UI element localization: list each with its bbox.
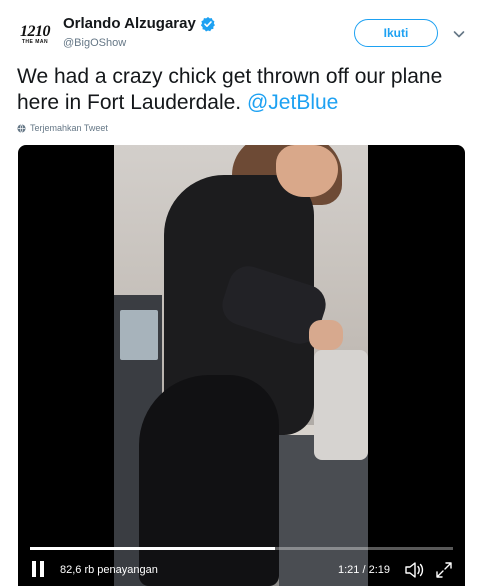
video-person-hand <box>309 320 343 350</box>
avatar-logo-subtext: THE MAN <box>21 39 49 45</box>
pause-icon[interactable] <box>30 561 46 579</box>
translate-label: Terjemahkan Tweet <box>30 123 108 133</box>
video-bag <box>314 350 368 460</box>
volume-icon[interactable] <box>404 560 424 580</box>
globe-icon <box>17 123 26 133</box>
avatar[interactable]: 1210 THE MAN <box>16 16 54 54</box>
video-controls: 82,6 rb penayangan 1:21 / 2:19 <box>18 555 465 586</box>
name-row[interactable]: Orlando Alzugaray <box>63 15 216 32</box>
video-frame[interactable] <box>114 145 368 586</box>
tweet-text: We had a crazy chick get thrown off our … <box>17 64 477 116</box>
avatar-logo-text: 1210 <box>20 23 51 40</box>
tweet-header: 1210 THE MAN Orlando Alzugaray @BigOShow… <box>0 0 491 60</box>
video-person-face <box>276 145 338 197</box>
follow-button[interactable]: Ikuti <box>354 19 438 47</box>
video-time: 1:21 / 2:19 <box>338 564 390 576</box>
mention-link[interactable]: @JetBlue <box>247 91 338 114</box>
video-seat-screen <box>120 310 158 360</box>
video-player[interactable]: 82,6 rb penayangan 1:21 / 2:19 <box>18 145 465 586</box>
video-progress-bar[interactable] <box>30 547 453 550</box>
translate-tweet-link[interactable]: Terjemahkan Tweet <box>17 123 108 133</box>
chevron-down-icon[interactable] <box>452 27 466 41</box>
verified-badge-icon <box>200 16 215 31</box>
fullscreen-icon[interactable] <box>434 560 454 580</box>
display-name[interactable]: Orlando Alzugaray <box>63 15 196 32</box>
view-count: 82,6 rb penayangan <box>60 564 158 576</box>
tweet-body: We had a crazy chick get thrown off our … <box>17 65 443 114</box>
video-progress-fill <box>30 547 276 550</box>
user-handle[interactable]: @BigOShow <box>63 37 126 49</box>
